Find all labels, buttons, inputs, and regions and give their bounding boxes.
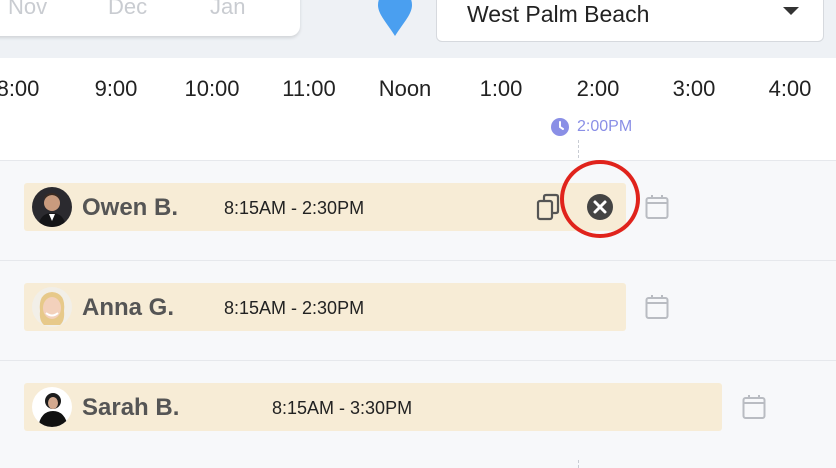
copy-icon[interactable] <box>536 193 562 223</box>
hour-label: 4:00 <box>768 76 812 101</box>
hour-label: 9:00 <box>94 76 138 101</box>
month-selector: Nov Dec Jan <box>0 0 300 36</box>
shift-time: 8:15AM - 2:30PM <box>224 298 365 318</box>
avatar <box>32 287 72 327</box>
avatar <box>32 187 72 227</box>
timeline-header: 8:00 9:00 10:00 11:00 Noon 1:00 2:00 3:0… <box>0 58 836 160</box>
month-jan[interactable]: Jan <box>210 0 245 20</box>
shift-row: Sarah B. 8:15AM - 3:30PM <box>0 360 836 460</box>
hour-label: 1:00 <box>479 76 523 101</box>
location-pin-icon <box>378 0 412 36</box>
calendar-icon[interactable] <box>645 194 669 220</box>
employee-name: Anna G. <box>82 294 175 321</box>
top-bar: Nov Dec Jan West Palm Beach <box>0 0 836 58</box>
month-dec[interactable]: Dec <box>108 0 147 20</box>
hour-label: 3:00 <box>672 76 716 101</box>
hour-label: 2:00 <box>576 76 620 101</box>
shift-row: Owen B. 8:15AM - 2:30PM <box>0 160 836 260</box>
shift-bar[interactable]: Owen B. 8:15AM - 2:30PM <box>24 183 626 231</box>
hour-label: 8:00 <box>0 76 40 101</box>
hour-label: Noon <box>378 76 432 101</box>
employee-name: Owen B. <box>82 194 179 221</box>
hour-label: 11:00 <box>282 76 336 101</box>
current-time-indicator: 2:00PM <box>551 118 632 136</box>
employee-name: Sarah B. <box>82 394 180 421</box>
shift-bar[interactable]: Sarah B. 8:15AM - 3:30PM <box>24 383 722 431</box>
month-nov[interactable]: Nov <box>8 0 47 20</box>
calendar-icon[interactable] <box>742 394 766 420</box>
shift-bar[interactable]: Anna G. 8:15AM - 2:30PM <box>24 283 626 331</box>
highlight-circle <box>560 160 640 238</box>
calendar-icon[interactable] <box>645 294 669 320</box>
current-time-label: 2:00PM <box>577 118 633 135</box>
clock-icon <box>551 118 569 136</box>
avatar <box>32 387 72 427</box>
chevron-down-icon <box>783 7 799 15</box>
shift-time: 8:15AM - 2:30PM <box>224 198 365 218</box>
location-value: West Palm Beach <box>467 1 650 27</box>
shift-row: Anna G. 8:15AM - 2:30PM <box>0 260 836 360</box>
hour-label: 10:00 <box>184 76 240 101</box>
shift-time: 8:15AM - 3:30PM <box>272 398 413 418</box>
location-dropdown[interactable]: West Palm Beach <box>436 0 824 42</box>
